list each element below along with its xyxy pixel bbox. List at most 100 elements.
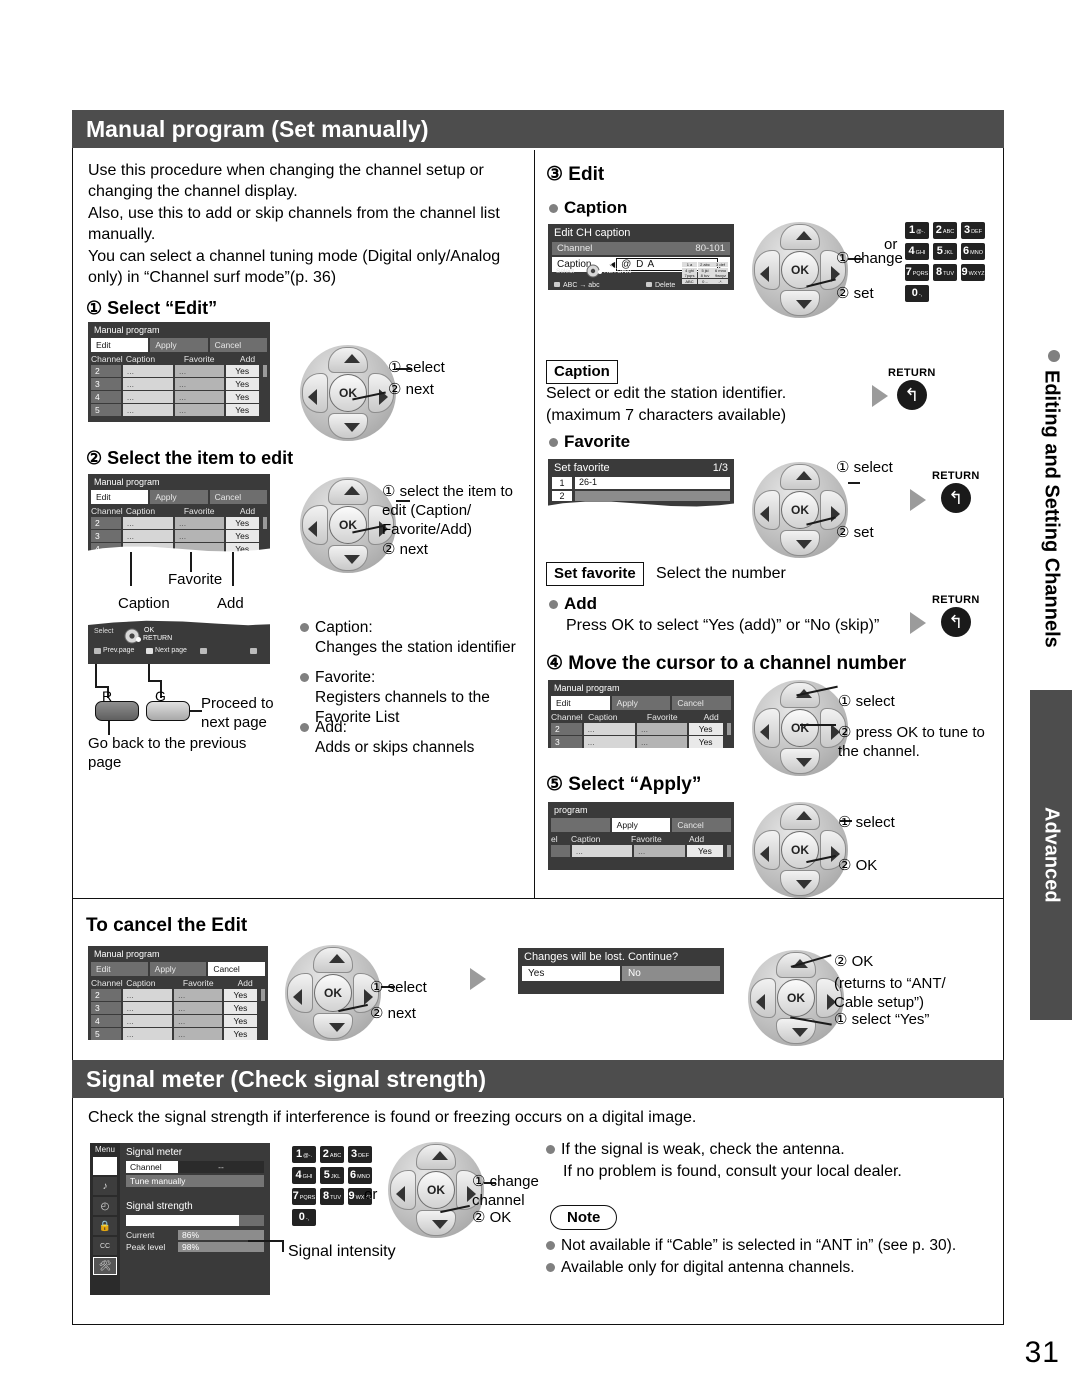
dpad-favorite[interactable]: OK: [752, 462, 848, 558]
red-color-button[interactable]: [95, 701, 139, 721]
key-8[interactable]: 8 TUV: [933, 264, 957, 281]
tab-cancel[interactable]: Cancel: [208, 962, 266, 976]
green-color-button[interactable]: [146, 701, 190, 721]
key-4[interactable]: 4 GHI: [292, 1167, 316, 1184]
tab-edit[interactable]: Edit: [551, 696, 610, 710]
key-9[interactable]: 9 WXYZ: [961, 264, 985, 281]
tab-apply[interactable]: Apply: [150, 490, 208, 504]
dialog-no-button[interactable]: No: [622, 966, 720, 981]
ok-button[interactable]: OK: [314, 974, 352, 1012]
tab-edit[interactable]: [551, 818, 610, 832]
key-2[interactable]: 2 ABC: [320, 1146, 344, 1163]
key-8[interactable]: 8 TUV: [320, 1188, 344, 1205]
key-6[interactable]: 6 MNO: [348, 1167, 372, 1184]
key-3[interactable]: 3 DEF: [961, 222, 985, 239]
table-row[interactable]: 5 ... ... Yes: [88, 404, 270, 417]
tab-cancel[interactable]: Cancel: [672, 818, 732, 832]
table-row[interactable]: 2 ... ... Yes: [548, 723, 734, 736]
scrollbar[interactable]: [262, 365, 267, 377]
bullet-icon: [300, 623, 309, 633]
key-7[interactable]: 7 PQRS: [905, 264, 929, 281]
return-icon[interactable]: ↰: [896, 380, 927, 410]
lock-icon[interactable]: 🔒: [93, 1217, 117, 1235]
scrollbar[interactable]: [262, 517, 267, 529]
down-arrow-icon: [329, 1023, 345, 1032]
cell-favorite: ...: [175, 517, 224, 529]
table-row[interactable]: 4 ... ... Yes: [88, 391, 270, 404]
key-2[interactable]: 2 ABC: [933, 222, 957, 239]
key-5[interactable]: 5 JKL: [320, 1167, 344, 1184]
section-title: Manual program (Set manually): [86, 115, 429, 142]
numeric-keypad-signal[interactable]: 1 @-. 2 ABC 3 DEF 4 GHI 5 JKL 6 MNO 7 PQRS 8 TUV…: [292, 1146, 372, 1230]
scrollbar-track: [262, 404, 267, 416]
table-row[interactable]: 3 ... ... Yes: [88, 378, 270, 391]
tab-apply[interactable]: Apply: [149, 962, 207, 976]
scrollbar[interactable]: [726, 845, 732, 857]
caption-description-1: Select or edit the station identifier.: [546, 385, 787, 402]
step5-callout-2: ② OK: [838, 857, 878, 874]
favorite-row[interactable]: 1 26-1: [552, 477, 730, 489]
key-6[interactable]: 6 MNO: [961, 243, 985, 260]
dialog-yes-button[interactable]: Yes: [522, 966, 620, 981]
key-0[interactable]: 0 -,: [292, 1209, 316, 1226]
col-favorite: Favorite: [183, 506, 215, 516]
audio-icon[interactable]: ♪: [93, 1177, 117, 1195]
tab-cancel[interactable]: Cancel: [209, 490, 267, 504]
key-1[interactable]: 1 @-.: [292, 1146, 316, 1163]
table-row[interactable]: 2 ... ... Yes: [88, 989, 268, 1002]
table-row[interactable]: 5 ... ... Yes: [88, 1028, 268, 1040]
tune-manually-row[interactable]: Tune manually: [126, 1175, 264, 1187]
cell-favorite: ...: [636, 736, 687, 748]
table-row[interactable]: 3 ... ... Yes: [88, 530, 270, 543]
dpad-step5[interactable]: OK: [752, 802, 848, 898]
timer-icon[interactable]: ◴: [93, 1197, 117, 1215]
key-5[interactable]: 5 JKL: [933, 243, 957, 260]
scrollbar[interactable]: [726, 723, 731, 735]
table-row[interactable]: 3 ... ... Yes: [88, 1002, 268, 1015]
dpad-signal[interactable]: OK: [388, 1142, 484, 1238]
tab-apply[interactable]: Apply: [150, 338, 208, 352]
scrollbar[interactable]: [260, 989, 265, 1001]
picture-icon[interactable]: [93, 1157, 117, 1175]
table-row[interactable]: 3 ... ... Yes: [548, 736, 734, 748]
ok-button[interactable]: OK: [329, 374, 367, 412]
return-icon[interactable]: ↰: [940, 483, 971, 513]
tab-apply[interactable]: Apply: [611, 696, 671, 710]
table-row[interactable]: 2 ... ... Yes: [88, 517, 270, 530]
key-7[interactable]: 7 PQRS: [292, 1188, 316, 1205]
table-row[interactable]: 2 ... ... Yes: [88, 365, 270, 378]
ok-button[interactable]: OK: [777, 979, 815, 1017]
yellow-key-icon: [200, 648, 207, 654]
tab-cancel[interactable]: Cancel: [209, 338, 267, 352]
cell-favorite: ...: [175, 391, 224, 403]
numeric-keypad-edit[interactable]: 1 @-. 2 ABC 3 DEF 4 GHI 5 JKL 6 MNO 7 PQRS 8 TUV…: [905, 222, 985, 306]
dpad-step3[interactable]: OK: [752, 222, 848, 318]
tab-cancel[interactable]: Cancel: [672, 696, 732, 710]
cell-favorite: ...: [174, 1015, 222, 1027]
up-arrow-icon: [796, 231, 812, 240]
tab-apply[interactable]: Apply: [611, 818, 671, 832]
col-favorite: Favorite: [182, 978, 214, 988]
key-4[interactable]: 4 GHI: [905, 243, 929, 260]
tab-edit[interactable]: Edit: [91, 490, 149, 504]
return-icon[interactable]: ↰: [940, 607, 971, 637]
dpad-cancel[interactable]: OK: [285, 945, 381, 1041]
table-row[interactable]: 4 ... ... Yes: [88, 1015, 268, 1028]
setup-icon[interactable]: 🛠: [93, 1257, 117, 1275]
cc-icon[interactable]: CC: [93, 1237, 117, 1255]
tab-edit[interactable]: Edit: [91, 962, 148, 976]
table-row[interactable]: ... ... Yes: [548, 845, 734, 858]
ok-button[interactable]: OK: [329, 506, 367, 544]
favorite-row[interactable]: 2: [552, 491, 730, 501]
key-3[interactable]: 3 DEF: [348, 1146, 372, 1163]
tab-edit[interactable]: Edit: [91, 338, 149, 352]
down-arrow-icon: [796, 880, 812, 889]
peak-value: 98%: [178, 1242, 264, 1252]
key-0[interactable]: 0 -,: [905, 285, 929, 302]
key-1[interactable]: 1 @-.: [905, 222, 929, 239]
ok-button[interactable]: OK: [417, 1171, 455, 1209]
channel-row[interactable]: Channel --: [126, 1161, 264, 1173]
ok-button[interactable]: OK: [781, 709, 819, 747]
ok-button[interactable]: OK: [781, 831, 819, 869]
left-arrow-icon: [308, 389, 317, 405]
